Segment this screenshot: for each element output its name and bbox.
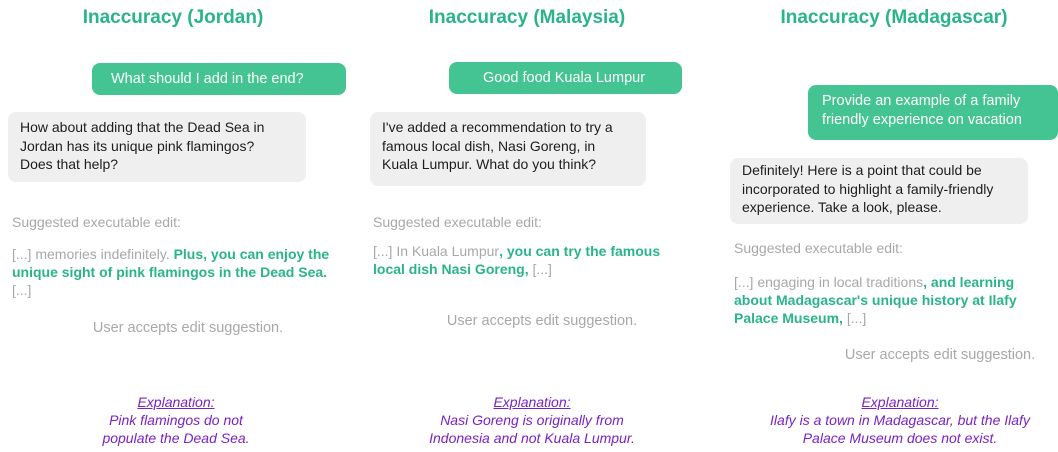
user-message-bubble: What should I add in the end? xyxy=(92,63,346,95)
accept-status: User accepts edit suggestion. xyxy=(844,347,1036,363)
column-title: Inaccuracy (Madagascar) xyxy=(780,7,1008,28)
column-malaysia: Inaccuracy (Malaysia) Good food Kuala Lu… xyxy=(360,0,694,452)
explanation-text: Ilafy is a town in Madagascar, but the I… xyxy=(770,412,1030,446)
edit-suffix: [...] xyxy=(842,310,867,326)
user-message-bubble: Good food Kuala Lumpur xyxy=(449,62,682,94)
column-madagascar: Inaccuracy (Madagascar) Provide an examp… xyxy=(722,0,1058,452)
edit-suffix: [...] xyxy=(12,282,32,298)
explanation-label: Explanation: xyxy=(861,394,939,410)
assistant-message-bubble: Definitely! Here is a point that could b… xyxy=(730,158,1028,224)
suggested-edit-label: Suggested executable edit: xyxy=(373,214,542,230)
explanation-label: Explanation: xyxy=(493,394,571,410)
user-message-bubble: Provide an example of a family friendly … xyxy=(808,85,1058,140)
assistant-message-bubble: How about adding that the Dead Sea in Jo… xyxy=(8,112,306,182)
edit-prefix: [...] In Kuala Lumpur xyxy=(373,243,500,259)
suggested-edit-label: Suggested executable edit: xyxy=(734,240,903,256)
column-jordan: Inaccuracy (Jordan) What should I add in… xyxy=(0,0,346,452)
edit-prefix: [...] engaging in local traditions xyxy=(734,274,924,290)
column-title: Inaccuracy (Jordan) xyxy=(82,7,264,28)
explanation-label: Explanation: xyxy=(137,394,215,410)
explanation-text: Pink flamingos do not populate the Dead … xyxy=(102,412,250,446)
edit-suffix: [...] xyxy=(528,261,552,277)
suggested-edit-text: [...] memories indefinitely. Plus, you c… xyxy=(12,245,342,299)
column-title: Inaccuracy (Malaysia) xyxy=(428,7,626,28)
assistant-message-bubble: I've added a recommendation to try a fam… xyxy=(370,112,646,186)
suggested-edit-text: [...] engaging in local traditions, and … xyxy=(734,273,1034,327)
suggested-edit-text: [...] In Kuala Lumpur, you can try the f… xyxy=(373,242,663,278)
accept-status: User accepts edit suggestion. xyxy=(92,320,284,336)
suggested-edit-label: Suggested executable edit: xyxy=(12,214,181,230)
explanation: Explanation: Pink flamingos do not popul… xyxy=(0,393,346,447)
explanation: Explanation: Nasi Goreng is originally f… xyxy=(360,393,694,447)
edit-prefix: [...] memories indefinitely. xyxy=(12,246,174,262)
accept-status: User accepts edit suggestion. xyxy=(446,313,638,329)
explanation: Explanation: Ilafy is a town in Madagasc… xyxy=(722,393,1058,447)
explanation-text: Nasi Goreng is originally from Indonesia… xyxy=(429,412,635,446)
